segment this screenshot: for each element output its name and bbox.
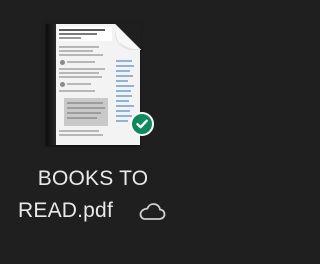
document-spine: [46, 24, 56, 145]
file-tile[interactable]: BOOKS TO READ.pdf: [0, 0, 246, 264]
cloud-icon: [139, 203, 166, 220]
preview-header: [58, 27, 112, 41]
file-name-line-1: BOOKS TO: [37, 167, 149, 190]
file-name-line-2: READ.pdf: [18, 199, 113, 222]
page-curl-icon: [115, 24, 141, 50]
synced-checkmark-icon: [130, 112, 154, 136]
pdf-thumbnail[interactable]: [46, 24, 141, 145]
preview-quote-block: [64, 98, 108, 126]
